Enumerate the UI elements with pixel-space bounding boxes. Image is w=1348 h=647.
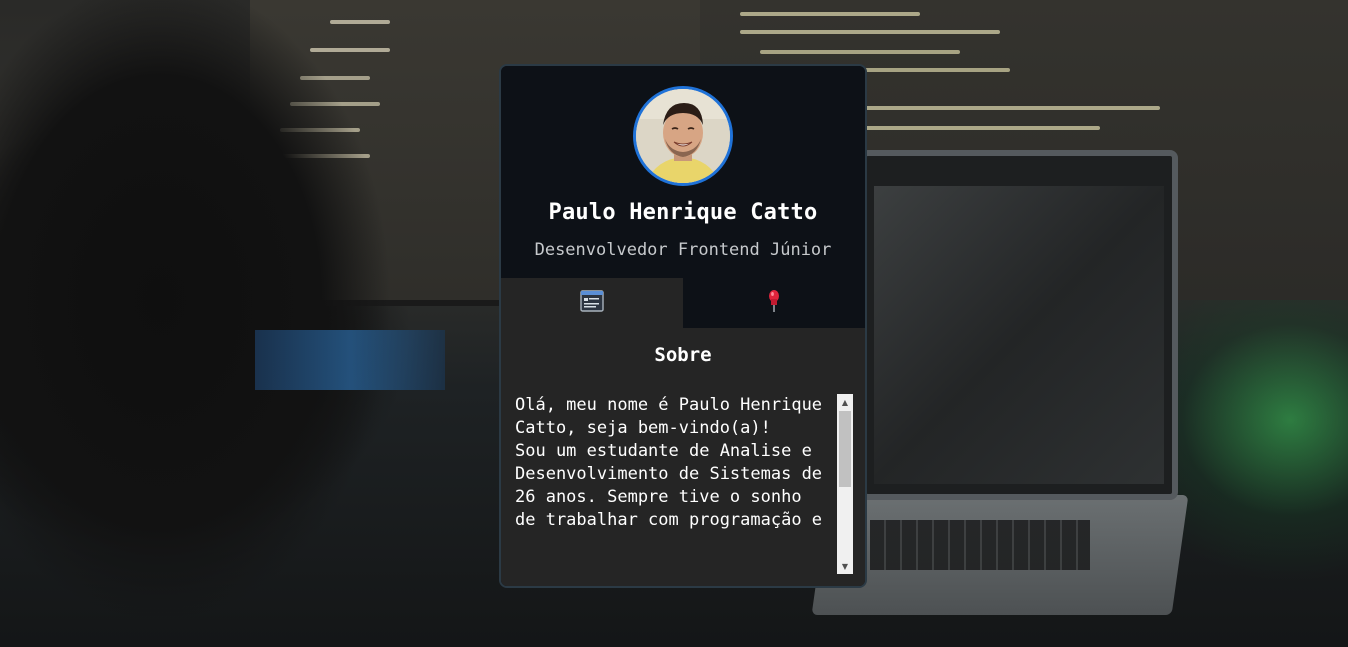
profile-header: Paulo Henrique Catto Desenvolvedor Front… bbox=[501, 66, 865, 278]
about-text: Olá, meu nome é Paulo Henrique Catto, se… bbox=[515, 395, 823, 530]
background-laptop-screen bbox=[860, 150, 1178, 500]
scroll-thumb[interactable] bbox=[839, 411, 851, 487]
avatar bbox=[633, 86, 733, 186]
vertical-scrollbar[interactable]: ▲ ▼ bbox=[837, 394, 853, 574]
background-monitor-glow bbox=[255, 330, 445, 390]
scroll-down-icon[interactable]: ▼ bbox=[837, 558, 853, 574]
browser-window-icon bbox=[580, 289, 604, 317]
section-title: Sobre bbox=[654, 344, 712, 366]
profile-card: Paulo Henrique Catto Desenvolvedor Front… bbox=[499, 64, 867, 588]
about-section: Sobre Olá, meu nome é Paulo Henrique Cat… bbox=[501, 328, 865, 586]
tab-bar bbox=[501, 278, 865, 328]
background-laptop-keyboard bbox=[870, 520, 1090, 570]
background-person-silhouette bbox=[0, 0, 440, 647]
scroll-up-icon[interactable]: ▲ bbox=[837, 394, 853, 410]
tab-about[interactable] bbox=[501, 278, 683, 328]
pin-icon bbox=[764, 289, 784, 317]
profile-name: Paulo Henrique Catto bbox=[548, 200, 818, 225]
profile-role: Desenvolvedor Frontend Júnior bbox=[534, 240, 832, 260]
avatar-photo bbox=[636, 89, 730, 183]
background-laptop-display bbox=[874, 186, 1164, 484]
tab-location[interactable] bbox=[683, 278, 865, 328]
about-textarea[interactable]: Olá, meu nome é Paulo Henrique Catto, se… bbox=[507, 394, 853, 574]
